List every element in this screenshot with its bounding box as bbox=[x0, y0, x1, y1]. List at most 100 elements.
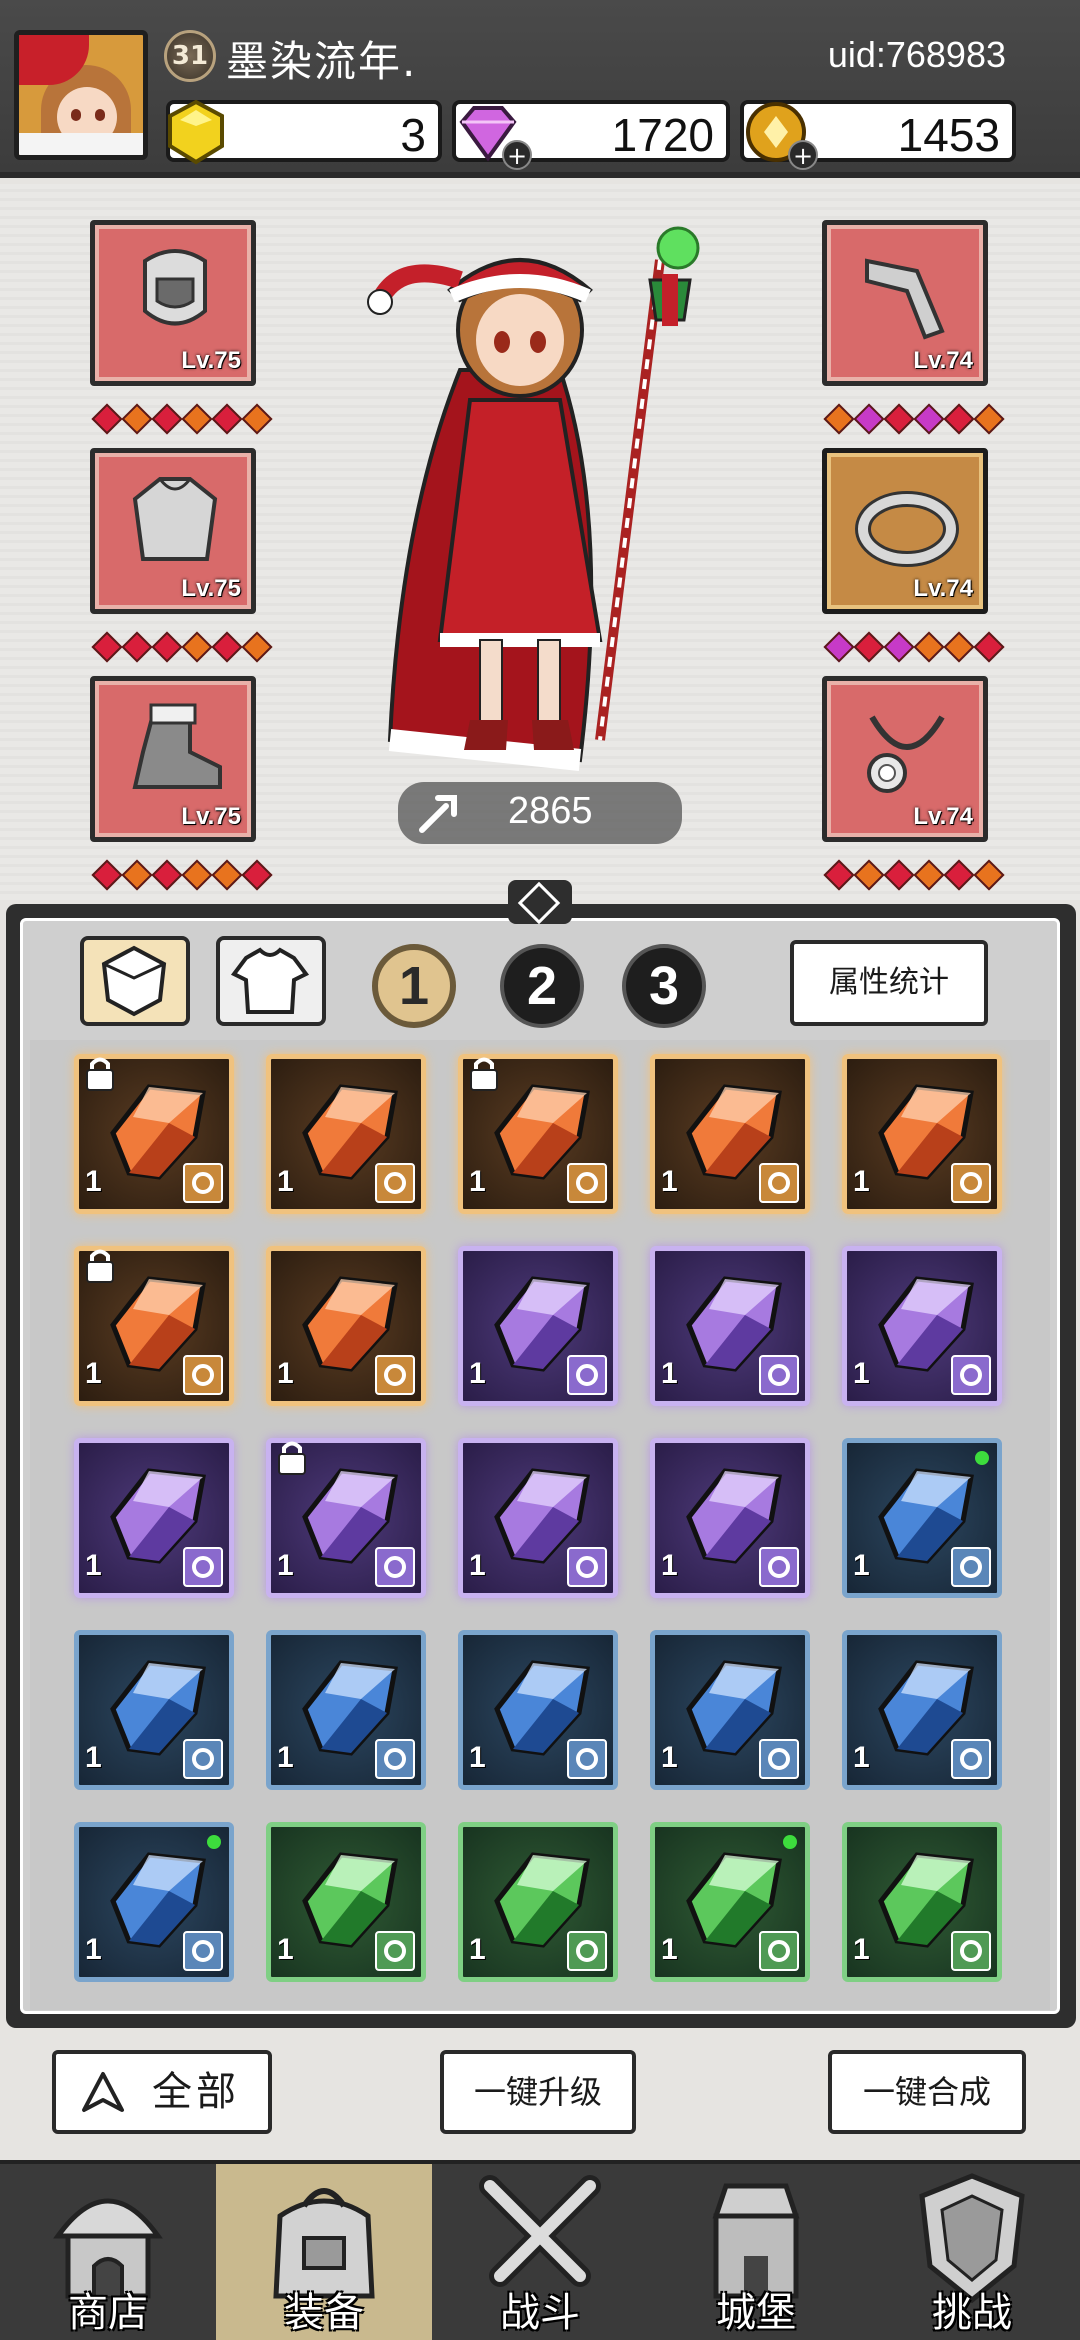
slot-type-badge bbox=[951, 1547, 991, 1587]
inventory-slot[interactable]: 1 bbox=[74, 1438, 234, 1598]
ring-icon bbox=[855, 491, 959, 567]
bottom-nav: 商店 装备 战斗 城堡 挑战 bbox=[0, 2160, 1080, 2340]
coin-value: 1453 bbox=[897, 109, 1000, 161]
ring-level: Lv.74 bbox=[913, 575, 973, 602]
bracer-icon bbox=[865, 258, 945, 340]
slot-type-badge bbox=[759, 1931, 799, 1971]
equip-type-icon bbox=[192, 1940, 214, 1962]
upgrade-all-button[interactable]: 一键升级 bbox=[440, 2050, 636, 2134]
inventory-slot[interactable]: 1 bbox=[458, 1054, 618, 1214]
boot-icon bbox=[132, 703, 222, 789]
socket-gem bbox=[241, 403, 273, 435]
inventory-slot[interactable]: 1 bbox=[650, 1054, 810, 1214]
combine-all-button[interactable]: 一键合成 bbox=[828, 2050, 1026, 2134]
add-diamond-button[interactable]: + bbox=[502, 140, 532, 170]
inventory-slot[interactable]: 1 bbox=[842, 1246, 1002, 1406]
player-avatar[interactable] bbox=[14, 30, 148, 160]
boot-slot[interactable]: Lv.75 bbox=[90, 676, 256, 842]
filter-all-button[interactable]: 全部 bbox=[52, 2050, 272, 2134]
new-item-dot bbox=[783, 1835, 797, 1849]
socket-gem bbox=[823, 631, 855, 663]
inventory-slot[interactable]: 1 bbox=[842, 1438, 1002, 1598]
nav-challenge[interactable]: 挑战 bbox=[864, 2164, 1080, 2340]
item-quantity: 1 bbox=[661, 1357, 678, 1390]
equip-type-icon bbox=[960, 1940, 982, 1962]
item-quantity: 1 bbox=[469, 1549, 486, 1582]
page-3[interactable]: 3 bbox=[622, 944, 706, 1028]
necklace-slot[interactable]: Lv.74 bbox=[822, 676, 988, 842]
item-quantity: 1 bbox=[85, 1549, 102, 1582]
inventory-slot[interactable]: 1 bbox=[842, 1630, 1002, 1790]
socket-gem bbox=[151, 631, 183, 663]
ring-slot[interactable]: Lv.74 bbox=[822, 448, 988, 614]
item-quantity: 1 bbox=[277, 1549, 294, 1582]
equip-type-icon bbox=[384, 1172, 406, 1194]
socket-gem bbox=[211, 403, 243, 435]
nav-castle[interactable]: 城堡 bbox=[648, 2164, 864, 2340]
slot-type-badge bbox=[759, 1547, 799, 1587]
ring-gems bbox=[823, 631, 1005, 663]
socket-gem bbox=[913, 403, 945, 435]
character-sprite[interactable] bbox=[360, 220, 700, 800]
inventory-slot[interactable]: 1 bbox=[74, 1246, 234, 1406]
inventory-slot[interactable]: 1 bbox=[650, 1438, 810, 1598]
inventory-slot[interactable]: 1 bbox=[842, 1822, 1002, 1982]
attribute-stats-button[interactable]: 属性统计 bbox=[790, 940, 988, 1026]
page-2[interactable]: 2 bbox=[500, 944, 584, 1028]
bracer-gems bbox=[823, 403, 1005, 435]
helmet-slot[interactable]: Lv.75 bbox=[90, 220, 256, 386]
bracer-level: Lv.74 bbox=[913, 347, 973, 374]
inventory-slot[interactable]: 1 bbox=[74, 1630, 234, 1790]
inventory-slot[interactable]: 1 bbox=[266, 1630, 426, 1790]
slot-type-badge bbox=[375, 1355, 415, 1395]
armor-slot[interactable]: Lv.75 bbox=[90, 448, 256, 614]
inventory-slot[interactable]: 1 bbox=[266, 1054, 426, 1214]
helmet-level: Lv.75 bbox=[181, 347, 241, 374]
inventory-slot[interactable]: 1 bbox=[74, 1822, 234, 1982]
armor-level: Lv.75 bbox=[181, 575, 241, 602]
nav-equipment[interactable]: 装备 bbox=[216, 2164, 432, 2340]
slot-type-badge bbox=[759, 1355, 799, 1395]
nav-shop[interactable]: 商店 bbox=[0, 2164, 216, 2340]
tab-outfit[interactable] bbox=[216, 936, 326, 1026]
socket-gem bbox=[121, 631, 153, 663]
inventory-slot[interactable]: 1 bbox=[650, 1822, 810, 1982]
socket-gem bbox=[853, 403, 885, 435]
nav-battle[interactable]: 战斗 bbox=[432, 2164, 648, 2340]
new-item-dot bbox=[975, 1451, 989, 1465]
inventory-slot[interactable]: 1 bbox=[266, 1438, 426, 1598]
new-item-dot bbox=[207, 1835, 221, 1849]
inventory-slot[interactable]: 1 bbox=[266, 1246, 426, 1406]
inventory-slot[interactable]: 1 bbox=[842, 1054, 1002, 1214]
socket-gem bbox=[181, 859, 213, 891]
diamond-value: 1720 bbox=[611, 109, 714, 161]
add-coin-button[interactable]: + bbox=[788, 140, 818, 170]
inventory-slot[interactable]: 1 bbox=[458, 1246, 618, 1406]
armor-icon bbox=[132, 477, 218, 561]
slot-type-badge bbox=[951, 1355, 991, 1395]
socket-gem bbox=[973, 859, 1005, 891]
lock-icon bbox=[83, 1053, 117, 1097]
inventory-slot[interactable]: 1 bbox=[650, 1246, 810, 1406]
page-1[interactable]: 1 bbox=[372, 944, 456, 1028]
socket-gem bbox=[91, 631, 123, 663]
inventory-slot[interactable]: 1 bbox=[266, 1822, 426, 1982]
item-quantity: 1 bbox=[277, 1165, 294, 1198]
socket-gem bbox=[913, 631, 945, 663]
bracer-slot[interactable]: Lv.74 bbox=[822, 220, 988, 386]
inventory-slot[interactable]: 1 bbox=[74, 1054, 234, 1214]
equip-type-icon bbox=[960, 1172, 982, 1194]
inventory-slot[interactable]: 1 bbox=[458, 1630, 618, 1790]
socket-gem bbox=[181, 631, 213, 663]
inventory-slot[interactable]: 1 bbox=[650, 1630, 810, 1790]
socket-gem bbox=[121, 859, 153, 891]
slot-type-badge bbox=[375, 1547, 415, 1587]
item-quantity: 1 bbox=[469, 1741, 486, 1774]
inventory-slot[interactable]: 1 bbox=[458, 1438, 618, 1598]
tab-gems[interactable] bbox=[80, 936, 190, 1026]
equip-type-icon bbox=[384, 1364, 406, 1386]
item-quantity: 1 bbox=[277, 1357, 294, 1390]
socket-gem bbox=[151, 859, 183, 891]
nav-challenge-label: 挑战 bbox=[932, 2290, 1012, 2336]
inventory-slot[interactable]: 1 bbox=[458, 1822, 618, 1982]
